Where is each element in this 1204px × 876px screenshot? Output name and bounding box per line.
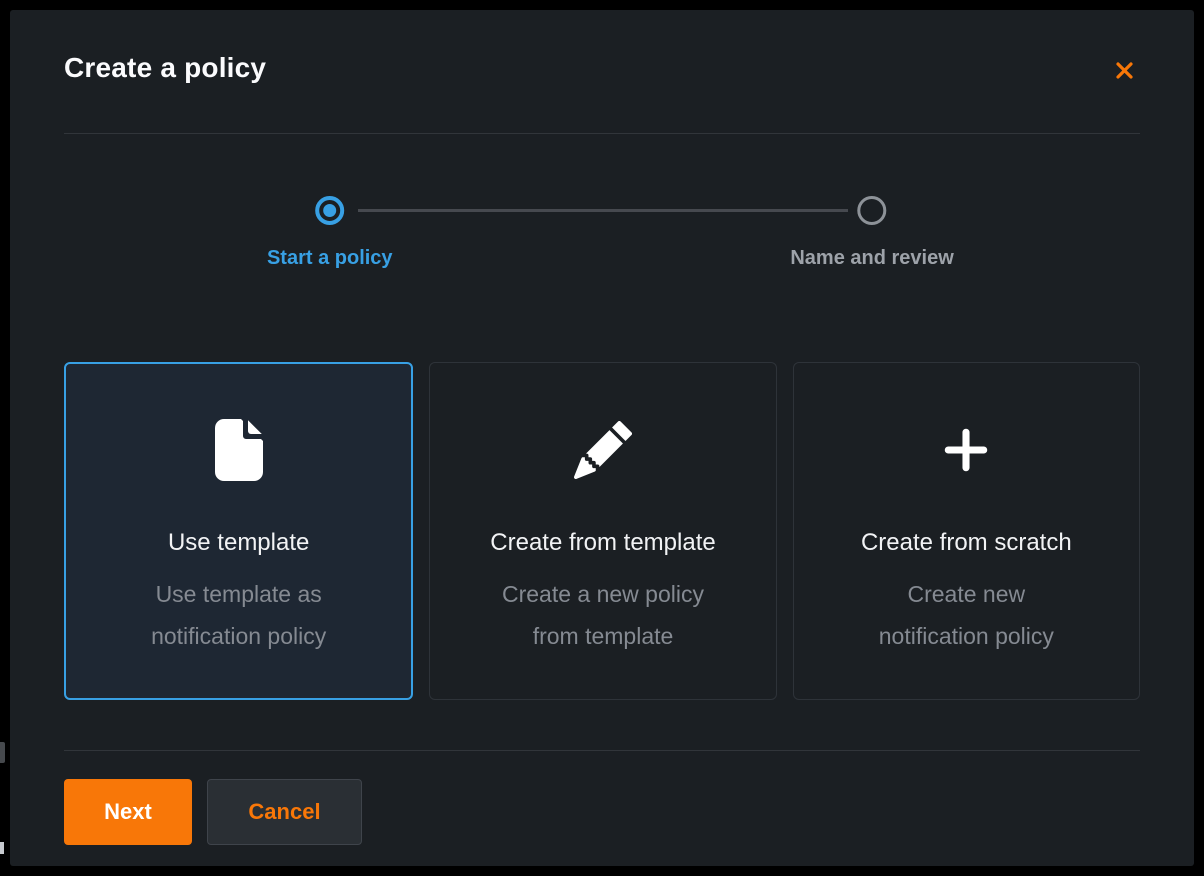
header-divider (64, 133, 1140, 134)
background-page-sliver (0, 842, 4, 854)
card-create-from-scratch[interactable]: Create from scratch Create new notificat… (793, 362, 1140, 700)
card-title: Use template (66, 529, 411, 557)
cancel-button[interactable]: Cancel (207, 779, 362, 845)
card-subtitle: Create new notification policy (794, 573, 1139, 657)
next-button[interactable]: Next (64, 779, 192, 845)
step-inactive-radio-icon (858, 196, 887, 225)
step-name-and-review[interactable]: Name and review (790, 196, 953, 270)
step-label: Name and review (790, 247, 953, 270)
stepper-connector-line (358, 209, 848, 212)
document-icon (66, 417, 411, 483)
modal-title: Create a policy (64, 52, 266, 84)
close-button[interactable] (1112, 58, 1136, 82)
step-active-radio-icon (315, 196, 344, 225)
wizard-stepper: Start a policy Name and review (64, 196, 1140, 296)
background-page-notch (0, 742, 5, 763)
create-policy-modal: Create a policy Start a policy Name and … (10, 10, 1194, 866)
policy-option-cards: Use template Use template as notificatio… (64, 362, 1140, 700)
card-subtitle: Use template as notification policy (66, 573, 411, 657)
plus-icon (794, 417, 1139, 483)
card-title: Create from scratch (794, 529, 1139, 557)
step-start-a-policy[interactable]: Start a policy (267, 196, 393, 270)
footer-divider (64, 750, 1140, 751)
card-subtitle: Create a new policy from template (430, 573, 775, 657)
pencil-icon (430, 417, 775, 483)
card-title: Create from template (430, 529, 775, 557)
card-use-template[interactable]: Use template Use template as notificatio… (64, 362, 413, 700)
footer-actions: Next Cancel (64, 779, 362, 845)
step-label: Start a policy (267, 247, 393, 270)
close-icon (1115, 61, 1134, 80)
card-create-from-template[interactable]: Create from template Create a new policy… (429, 362, 776, 700)
